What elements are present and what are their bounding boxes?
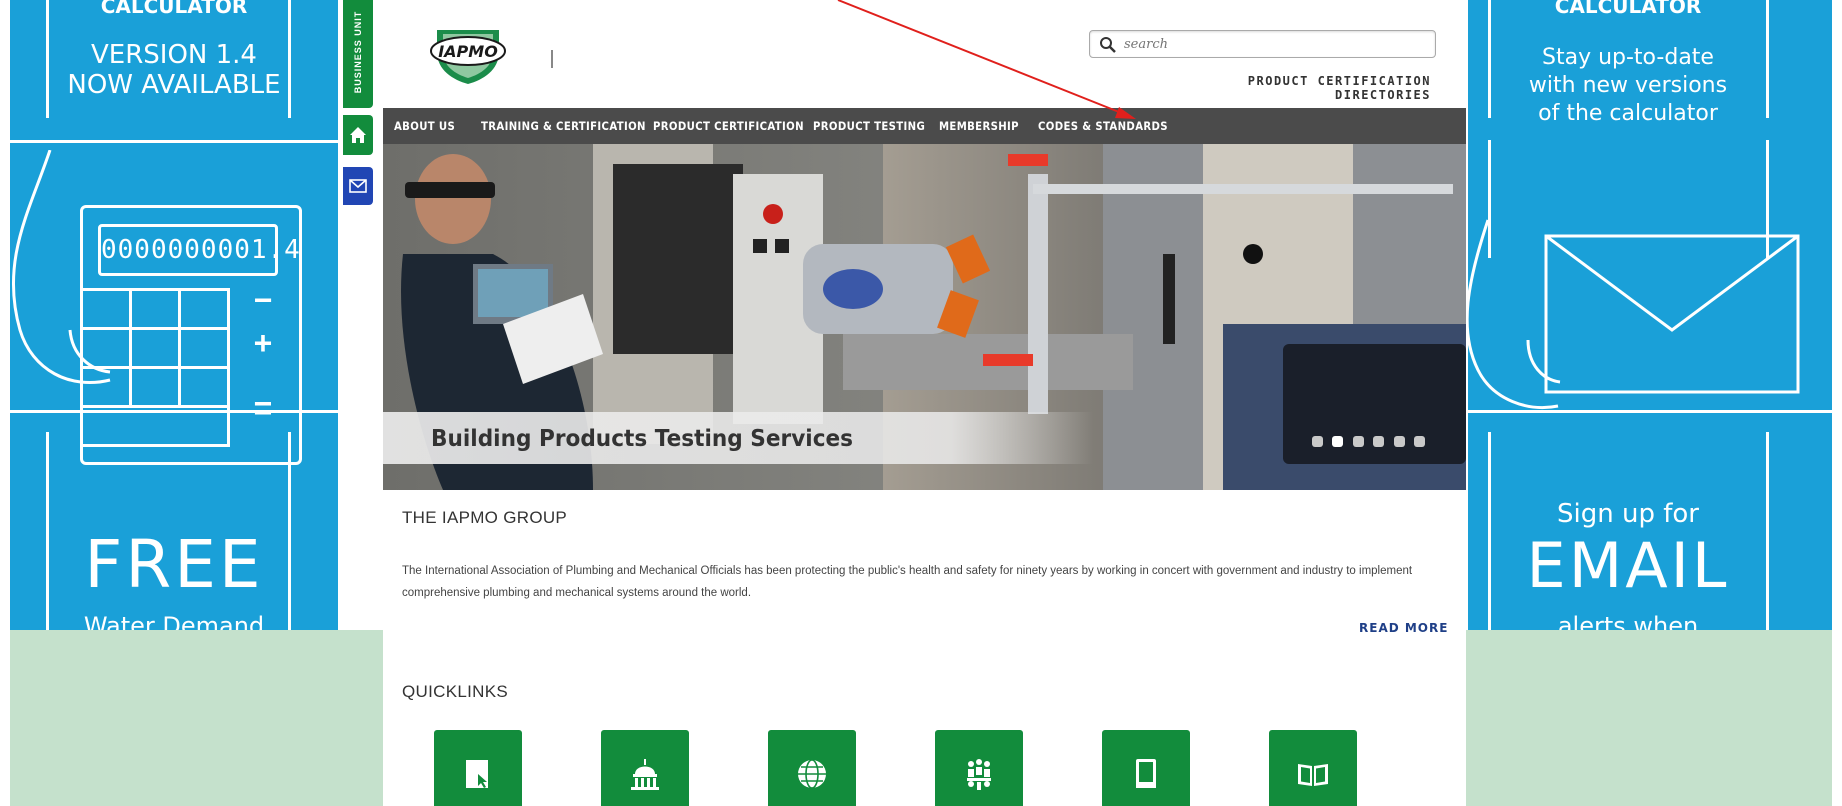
iapmo-logo[interactable]: IAPMO — [429, 26, 507, 86]
logo-divider — [551, 50, 553, 68]
ad-version-line1: VERSION 1.4 — [91, 40, 257, 70]
ad-line-1: Stay up-to-date — [1542, 45, 1714, 70]
calculator-display: 0000000001.4 — [98, 224, 300, 276]
calc-key — [80, 288, 132, 330]
calc-equals: = — [253, 390, 273, 426]
ad-email-text: EMAIL — [1526, 529, 1730, 602]
nav-codes-standards[interactable]: CODES & STANDARDS — [1038, 108, 1168, 144]
quicklink-tile-2[interactable] — [601, 730, 689, 806]
slide-indicators — [1312, 434, 1430, 448]
search-input[interactable] — [1124, 34, 1424, 54]
hero-slideshow[interactable]: Building Products Testing Services — [383, 144, 1466, 490]
home-button[interactable] — [343, 115, 373, 155]
read-more-link[interactable]: READ MORE — [1359, 621, 1448, 635]
slide-dot[interactable] — [1373, 436, 1385, 447]
ad-frame-line — [1766, 432, 1769, 630]
ad-frame-line — [1488, 432, 1491, 630]
people-meeting-icon — [967, 759, 991, 790]
nav-membership[interactable]: MEMBERSHIP — [939, 108, 1019, 144]
quicklink-tile-6[interactable] — [1269, 730, 1357, 806]
slide-dot[interactable] — [1352, 436, 1364, 447]
main-content: IAPMO PRODUCT CERTIFICATION DIRECTORIES … — [383, 0, 1466, 806]
calc-key — [178, 288, 230, 330]
calc-minus: − — [253, 282, 273, 318]
ad-header-partial: CALCULATOR — [1554, 0, 1702, 18]
home-icon — [350, 127, 366, 143]
calc-key — [178, 366, 230, 408]
ad-bottom-partial: Water Demand — [83, 612, 265, 630]
ad-bottom-partial: alerts when — [1557, 612, 1699, 630]
open-book-icon — [1298, 764, 1328, 786]
about-description: The International Association of Plumbin… — [402, 565, 1413, 599]
calc-key — [129, 327, 181, 369]
calc-key — [80, 366, 132, 408]
calc-key — [80, 405, 230, 447]
calc-key — [80, 327, 132, 369]
envelope-icon — [1468, 219, 1800, 409]
mail-icon — [349, 179, 367, 193]
nav-training-certification[interactable]: TRAINING & CERTIFICATION — [481, 108, 646, 144]
quicklink-tile-4[interactable] — [935, 730, 1023, 806]
nav-about-us[interactable]: ABOUT US — [394, 108, 455, 144]
section-title-quicklinks: QUICKLINKS — [402, 682, 508, 701]
business-unit-tab[interactable]: BUSINESS UNIT — [343, 0, 373, 108]
ad-line-3: of the calculator — [1538, 101, 1718, 126]
ad-line-2: with new versions — [1528, 73, 1728, 98]
logo-text: IAPMO — [438, 42, 498, 61]
calc-key — [129, 288, 181, 330]
slide-dot-active[interactable] — [1332, 436, 1344, 447]
globe-icon — [798, 759, 826, 789]
cursor-page-icon — [466, 760, 488, 788]
search-box[interactable] — [1089, 30, 1436, 58]
search-icon — [1100, 37, 1116, 53]
main-nav: ABOUT US TRAINING & CERTIFICATION PRODUC… — [383, 108, 1466, 144]
left-ad-banner[interactable]: CALCULATOR VERSION 1.4 NOW AVAILABLE 000… — [10, 0, 338, 630]
ad-signup-text: Sign up for — [1557, 499, 1699, 529]
business-unit-label: BUSINESS UNIT — [353, 10, 363, 94]
email-button[interactable] — [343, 167, 373, 205]
product-certification-directories-link[interactable]: PRODUCT CERTIFICATION DIRECTORIES — [1163, 74, 1431, 102]
hero-caption-bar: Building Products Testing Services — [383, 412, 1093, 464]
ad-version-line2: NOW AVAILABLE — [67, 70, 281, 100]
nav-product-certification[interactable]: PRODUCT CERTIFICATION — [653, 108, 804, 144]
section-title-iapmo-group: THE IAPMO GROUP — [402, 508, 568, 527]
ad-frame-line — [10, 140, 338, 143]
quicklink-tile-5[interactable] — [1102, 730, 1190, 806]
book-icon — [1136, 759, 1156, 788]
calc-key — [129, 366, 181, 408]
calc-key — [178, 327, 230, 369]
right-ad-banner[interactable]: CALCULATOR Stay up-to-date with new vers… — [1468, 0, 1832, 630]
capitol-building-icon — [631, 759, 659, 790]
ad-free-text: FREE — [84, 526, 264, 603]
quicklink-tile-1[interactable] — [434, 730, 522, 806]
slide-dot[interactable] — [1414, 436, 1426, 447]
browser-page: CALCULATOR VERSION 1.4 NOW AVAILABLE 000… — [0, 0, 1842, 806]
calc-plus: + — [253, 325, 273, 361]
ad-header-partial: CALCULATOR — [100, 0, 248, 18]
slide-dot[interactable] — [1393, 436, 1405, 447]
quicklink-tile-3[interactable] — [768, 730, 856, 806]
hero-caption: Building Products Testing Services — [431, 426, 854, 452]
nav-product-testing[interactable]: PRODUCT TESTING — [813, 108, 925, 144]
slide-dot[interactable] — [1312, 436, 1323, 447]
